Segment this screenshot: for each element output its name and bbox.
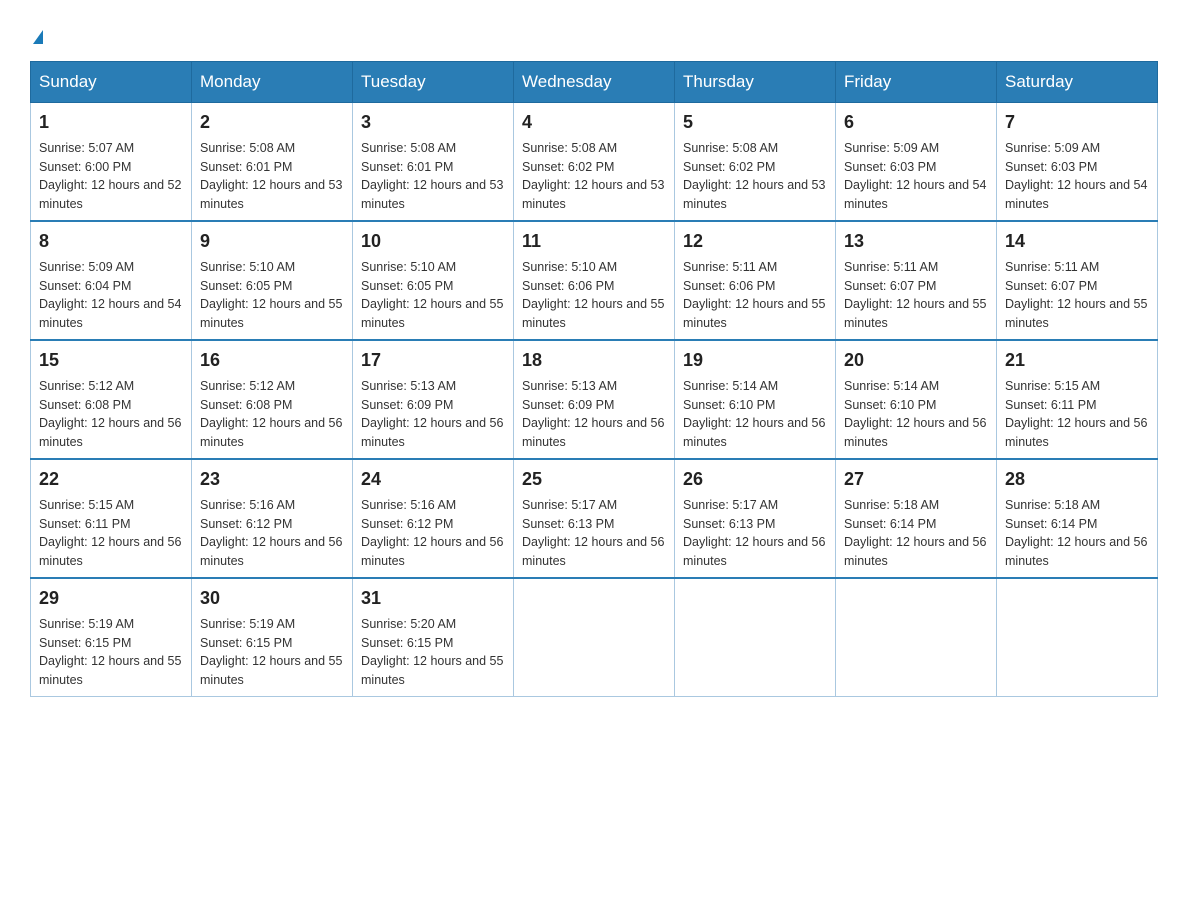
day-number: 28: [1005, 466, 1149, 493]
calendar-cell: 28Sunrise: 5:18 AMSunset: 6:14 PMDayligh…: [997, 459, 1158, 578]
day-header-wednesday: Wednesday: [514, 61, 675, 102]
day-header-friday: Friday: [836, 61, 997, 102]
calendar-cell: 4Sunrise: 5:08 AMSunset: 6:02 PMDaylight…: [514, 102, 675, 221]
day-number: 4: [522, 109, 666, 136]
day-number: 3: [361, 109, 505, 136]
day-number: 9: [200, 228, 344, 255]
logo: [30, 20, 43, 51]
day-number: 24: [361, 466, 505, 493]
calendar-cell: 31Sunrise: 5:20 AMSunset: 6:15 PMDayligh…: [353, 578, 514, 697]
calendar-cell: 23Sunrise: 5:16 AMSunset: 6:12 PMDayligh…: [192, 459, 353, 578]
calendar-cell: [514, 578, 675, 697]
day-number: 17: [361, 347, 505, 374]
calendar-cell: 8Sunrise: 5:09 AMSunset: 6:04 PMDaylight…: [31, 221, 192, 340]
day-number: 10: [361, 228, 505, 255]
day-number: 27: [844, 466, 988, 493]
calendar-week-4: 22Sunrise: 5:15 AMSunset: 6:11 PMDayligh…: [31, 459, 1158, 578]
calendar-cell: 6Sunrise: 5:09 AMSunset: 6:03 PMDaylight…: [836, 102, 997, 221]
day-header-tuesday: Tuesday: [353, 61, 514, 102]
calendar-table: SundayMondayTuesdayWednesdayThursdayFrid…: [30, 61, 1158, 697]
day-number: 26: [683, 466, 827, 493]
day-number: 19: [683, 347, 827, 374]
day-number: 7: [1005, 109, 1149, 136]
calendar-cell: 19Sunrise: 5:14 AMSunset: 6:10 PMDayligh…: [675, 340, 836, 459]
calendar-cell: [836, 578, 997, 697]
day-number: 16: [200, 347, 344, 374]
calendar-week-2: 8Sunrise: 5:09 AMSunset: 6:04 PMDaylight…: [31, 221, 1158, 340]
day-number: 1: [39, 109, 183, 136]
calendar-cell: 12Sunrise: 5:11 AMSunset: 6:06 PMDayligh…: [675, 221, 836, 340]
day-header-saturday: Saturday: [997, 61, 1158, 102]
day-number: 14: [1005, 228, 1149, 255]
calendar-cell: 16Sunrise: 5:12 AMSunset: 6:08 PMDayligh…: [192, 340, 353, 459]
page-header: [30, 20, 1158, 51]
logo-triangle-icon: [33, 30, 43, 44]
day-number: 20: [844, 347, 988, 374]
day-number: 22: [39, 466, 183, 493]
day-number: 23: [200, 466, 344, 493]
calendar-cell: 21Sunrise: 5:15 AMSunset: 6:11 PMDayligh…: [997, 340, 1158, 459]
calendar-cell: [675, 578, 836, 697]
calendar-week-3: 15Sunrise: 5:12 AMSunset: 6:08 PMDayligh…: [31, 340, 1158, 459]
calendar-cell: 17Sunrise: 5:13 AMSunset: 6:09 PMDayligh…: [353, 340, 514, 459]
calendar-header-row: SundayMondayTuesdayWednesdayThursdayFrid…: [31, 61, 1158, 102]
calendar-cell: 9Sunrise: 5:10 AMSunset: 6:05 PMDaylight…: [192, 221, 353, 340]
calendar-cell: 22Sunrise: 5:15 AMSunset: 6:11 PMDayligh…: [31, 459, 192, 578]
day-number: 21: [1005, 347, 1149, 374]
day-number: 11: [522, 228, 666, 255]
day-header-thursday: Thursday: [675, 61, 836, 102]
calendar-cell: 29Sunrise: 5:19 AMSunset: 6:15 PMDayligh…: [31, 578, 192, 697]
day-number: 5: [683, 109, 827, 136]
day-number: 8: [39, 228, 183, 255]
calendar-cell: 13Sunrise: 5:11 AMSunset: 6:07 PMDayligh…: [836, 221, 997, 340]
calendar-cell: 3Sunrise: 5:08 AMSunset: 6:01 PMDaylight…: [353, 102, 514, 221]
calendar-cell: 27Sunrise: 5:18 AMSunset: 6:14 PMDayligh…: [836, 459, 997, 578]
day-header-monday: Monday: [192, 61, 353, 102]
calendar-body: 1Sunrise: 5:07 AMSunset: 6:00 PMDaylight…: [31, 102, 1158, 696]
calendar-cell: 10Sunrise: 5:10 AMSunset: 6:05 PMDayligh…: [353, 221, 514, 340]
calendar-week-5: 29Sunrise: 5:19 AMSunset: 6:15 PMDayligh…: [31, 578, 1158, 697]
calendar-cell: 11Sunrise: 5:10 AMSunset: 6:06 PMDayligh…: [514, 221, 675, 340]
day-number: 31: [361, 585, 505, 612]
calendar-cell: 14Sunrise: 5:11 AMSunset: 6:07 PMDayligh…: [997, 221, 1158, 340]
calendar-cell: 30Sunrise: 5:19 AMSunset: 6:15 PMDayligh…: [192, 578, 353, 697]
day-number: 18: [522, 347, 666, 374]
day-number: 13: [844, 228, 988, 255]
calendar-cell: 1Sunrise: 5:07 AMSunset: 6:00 PMDaylight…: [31, 102, 192, 221]
calendar-cell: 7Sunrise: 5:09 AMSunset: 6:03 PMDaylight…: [997, 102, 1158, 221]
calendar-cell: 25Sunrise: 5:17 AMSunset: 6:13 PMDayligh…: [514, 459, 675, 578]
calendar-cell: 20Sunrise: 5:14 AMSunset: 6:10 PMDayligh…: [836, 340, 997, 459]
day-number: 12: [683, 228, 827, 255]
day-header-sunday: Sunday: [31, 61, 192, 102]
day-number: 6: [844, 109, 988, 136]
day-number: 15: [39, 347, 183, 374]
calendar-week-1: 1Sunrise: 5:07 AMSunset: 6:00 PMDaylight…: [31, 102, 1158, 221]
calendar-cell: 15Sunrise: 5:12 AMSunset: 6:08 PMDayligh…: [31, 340, 192, 459]
calendar-cell: 26Sunrise: 5:17 AMSunset: 6:13 PMDayligh…: [675, 459, 836, 578]
calendar-cell: 18Sunrise: 5:13 AMSunset: 6:09 PMDayligh…: [514, 340, 675, 459]
calendar-cell: [997, 578, 1158, 697]
day-number: 2: [200, 109, 344, 136]
day-number: 25: [522, 466, 666, 493]
day-number: 30: [200, 585, 344, 612]
calendar-cell: 5Sunrise: 5:08 AMSunset: 6:02 PMDaylight…: [675, 102, 836, 221]
day-number: 29: [39, 585, 183, 612]
calendar-cell: 24Sunrise: 5:16 AMSunset: 6:12 PMDayligh…: [353, 459, 514, 578]
calendar-cell: 2Sunrise: 5:08 AMSunset: 6:01 PMDaylight…: [192, 102, 353, 221]
